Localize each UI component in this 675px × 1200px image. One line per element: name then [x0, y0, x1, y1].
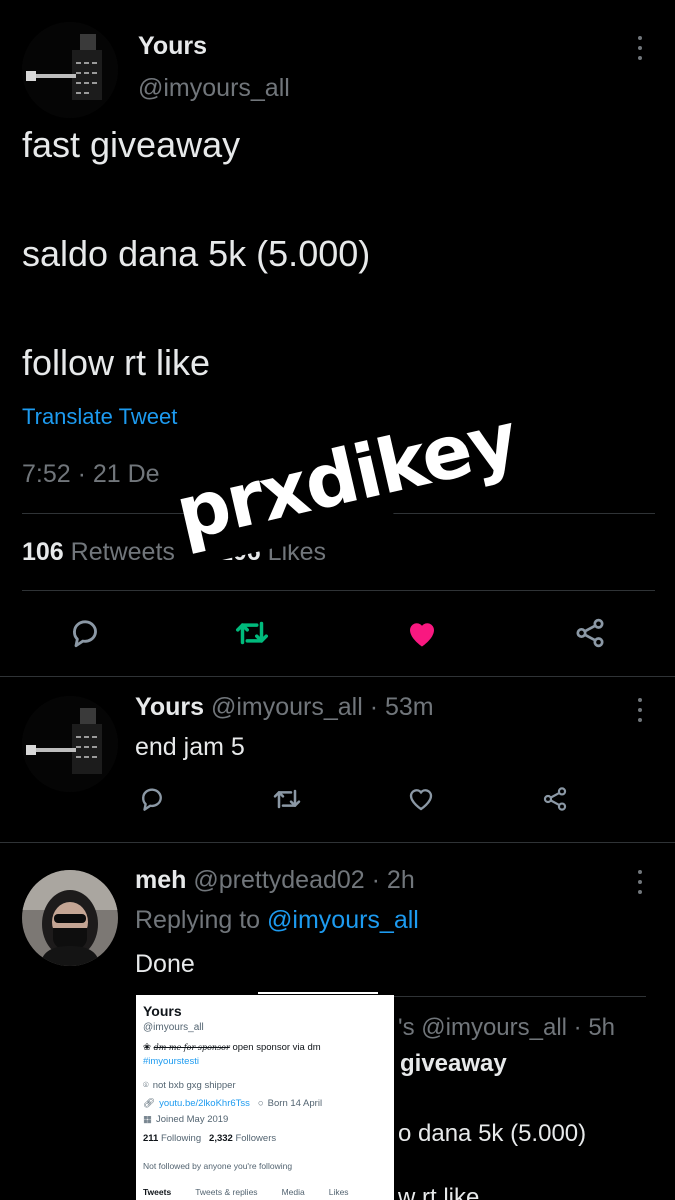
embedded-tweet-line-1: giveaway	[400, 1050, 507, 1077]
attached-image-divider	[258, 992, 378, 994]
embedded-follow-counts: 211 Following 2,332 Followers	[143, 1133, 276, 1144]
tweet-text-line-1: fast giveaway	[22, 124, 241, 165]
embedded-profile-handle: @imyours_all	[143, 1022, 204, 1033]
following-label: Following	[160, 1133, 202, 1144]
prxdikey-sticker: prxdikey	[168, 382, 524, 573]
avatar-photo-icon	[22, 696, 118, 792]
attached-tweet-screenshot[interactable]: 's @imyours_all · 5h giveaway o dana 5k …	[394, 996, 656, 1200]
embedded-tweet-header: 's @imyours_all · 5h	[398, 1014, 616, 1041]
embedded-follow-note: Not followed by anyone you're following	[143, 1161, 293, 1171]
author-display-name[interactable]: Yours	[138, 32, 207, 61]
attached-profile-screenshot[interactable]: Yours @imyours_all ❀ dm me for sponsor o…	[136, 995, 394, 1200]
reply-time[interactable]: · 2h	[372, 866, 415, 894]
reply-handle[interactable]: @prettydead02	[193, 866, 364, 894]
reply-header: meh @prettydead02 · 2h	[135, 866, 415, 895]
tweet-text-line-3: follow rt like	[22, 342, 211, 383]
reply-handle[interactable]: @imyours_all	[211, 693, 363, 721]
embedded-tab: Tweets	[143, 1187, 172, 1197]
more-options-icon[interactable]	[637, 870, 643, 894]
embedded-tab: Likes	[328, 1187, 349, 1197]
embedded-joined: ▦ Joined May 2019	[143, 1114, 228, 1125]
divider	[0, 842, 675, 843]
retweets-stat[interactable]: 106 Retweets	[22, 538, 175, 567]
following-count: 211	[143, 1133, 159, 1144]
translate-tweet-link[interactable]: Translate Tweet	[22, 404, 177, 430]
followers-count: 2,332	[209, 1133, 233, 1144]
avatar-photo-icon	[22, 22, 118, 118]
embedded-location: ⌾ not bxb gxg shipper	[143, 1080, 236, 1091]
retweet-icon[interactable]	[232, 613, 272, 653]
reply-display-name[interactable]: meh	[135, 866, 186, 894]
reply-avatar[interactable]	[22, 870, 118, 966]
reply-icon[interactable]	[65, 613, 105, 653]
embedded-bio-script: dm me for sponsor	[153, 1043, 230, 1052]
embedded-location-text: not bxb gxg shipper	[152, 1080, 236, 1091]
share-icon[interactable]	[570, 613, 610, 653]
replying-to-label: Replying to	[135, 906, 261, 934]
more-options-icon[interactable]	[637, 36, 643, 60]
avatar-photo-icon	[22, 870, 118, 966]
divider	[394, 996, 646, 997]
reply-header: Yours @imyours_all · 53m	[135, 693, 434, 722]
embedded-joined-text: Joined May 2019	[155, 1114, 229, 1125]
followers-label: Followers	[235, 1133, 277, 1144]
location-pin-icon: ⌾	[143, 1080, 149, 1091]
author-handle[interactable]: @imyours_all	[138, 74, 290, 103]
reply-text: end jam 5	[135, 733, 245, 761]
embedded-link: youtu.be/2lkoKhr6Tss	[159, 1098, 250, 1109]
divider	[0, 676, 675, 677]
author-avatar[interactable]	[22, 22, 118, 118]
retweets-count: 106	[22, 538, 64, 566]
more-options-icon[interactable]	[637, 698, 643, 722]
replying-to-handle[interactable]: @imyours_all	[267, 906, 419, 934]
reply-icon[interactable]	[132, 779, 172, 819]
flower-icon: ❀	[143, 1042, 151, 1053]
reply-avatar[interactable]	[22, 696, 118, 792]
embedded-bio-text: open sponsor via dm	[232, 1042, 321, 1053]
embedded-profile-name: Yours	[143, 1003, 182, 1019]
reply-display-name[interactable]: Yours	[135, 693, 204, 721]
divider	[22, 590, 655, 591]
like-icon[interactable]	[402, 613, 442, 653]
reply-time[interactable]: · 53m	[370, 693, 434, 721]
replying-to-line: Replying to @imyours_all	[135, 906, 419, 935]
embedded-hashtag: #imyourstesti	[143, 1056, 199, 1067]
reply-text: Done	[135, 950, 195, 978]
embedded-tweet-line-3: w rt like	[398, 1184, 480, 1200]
like-icon[interactable]	[401, 779, 441, 819]
calendar-icon: ▦	[143, 1114, 152, 1125]
share-icon[interactable]	[535, 779, 575, 819]
retweets-label: Retweets	[70, 538, 175, 566]
embedded-born: Born 14 April	[267, 1098, 323, 1109]
embedded-tweet-line-2: o dana 5k (5.000)	[398, 1120, 587, 1147]
tweet-timestamp[interactable]: 7:52 · 21 De	[22, 460, 160, 489]
embedded-tab: Media	[281, 1187, 305, 1197]
embedded-tabs: Tweets Tweets & replies Media Likes	[143, 1187, 349, 1197]
retweet-icon[interactable]	[267, 779, 307, 819]
embedded-profile-bio: ❀ dm me for sponsor open sponsor via dm	[143, 1042, 321, 1053]
embedded-link-row: 🔗︎ youtu.be/2lkoKhr6Tss ○ Born 14 April	[143, 1098, 322, 1109]
balloon-icon: ○	[257, 1098, 264, 1109]
link-icon: 🔗︎	[143, 1098, 156, 1109]
embedded-tab: Tweets & replies	[195, 1187, 258, 1197]
tweet-text-line-2: saldo dana 5k (5.000)	[22, 233, 371, 274]
